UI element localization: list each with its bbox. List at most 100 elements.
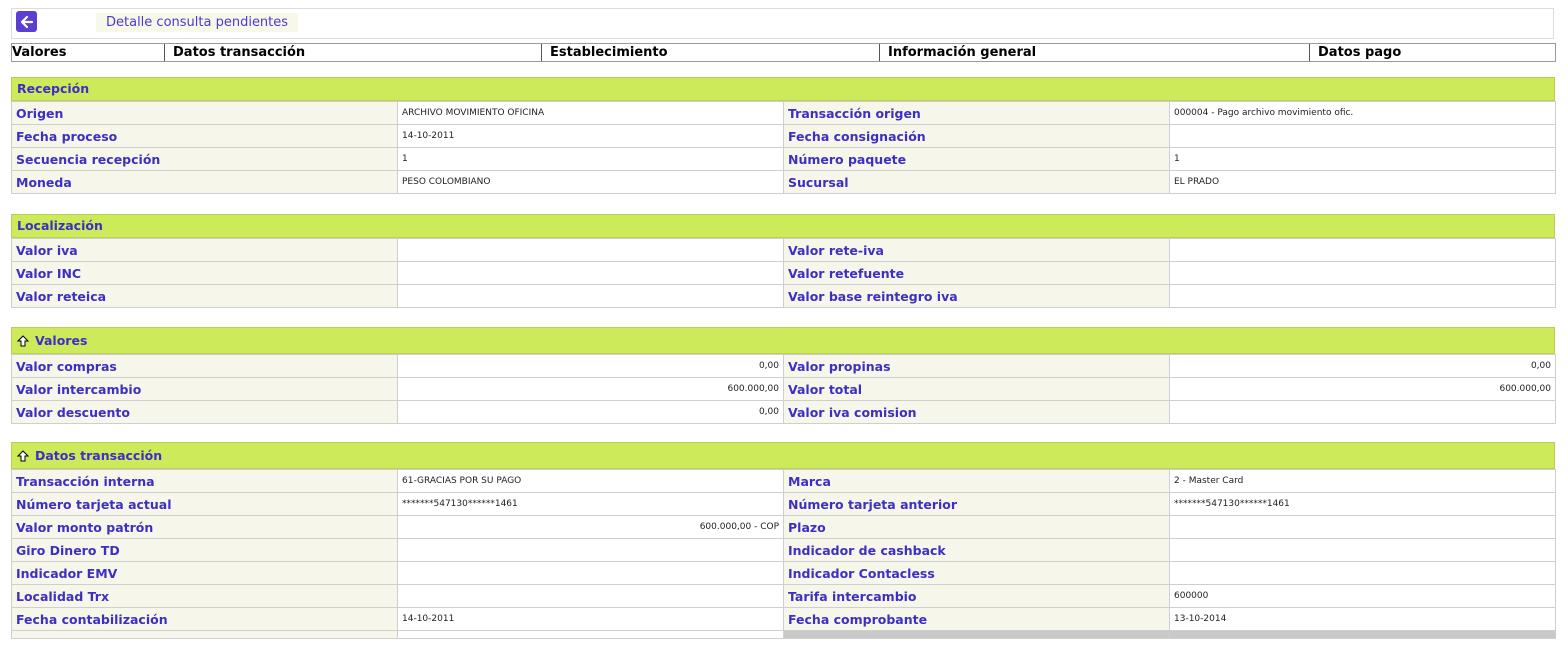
- valores-table: Valor compras 0,00 Valor propinas 0,00 Valor…: [11, 354, 1556, 424]
- table-row: Origen ARCHIVO MOVIMIENTO OFICINA Transacc…: [11, 101, 1556, 125]
- section-valores: Valores Valor compras 0,00 Valor propinas 0…: [11, 327, 1556, 424]
- field-label: Valor descuento: [11, 400, 398, 424]
- field-value: 600.000,00: [1169, 377, 1556, 401]
- field-label: Valor base reintegro iva: [783, 284, 1170, 308]
- field-label: Valor compras: [11, 354, 398, 378]
- table-row: Valor reteica Valor base reintegro iva: [11, 284, 1556, 308]
- field-value: [1169, 124, 1556, 148]
- field-value: [1169, 238, 1556, 262]
- field-value: 0,00: [397, 354, 784, 378]
- collapse-arrow-icon[interactable]: [17, 449, 29, 462]
- field-value: 600.000,00: [397, 377, 784, 401]
- empty-cell: [11, 630, 398, 639]
- field-value: [1169, 284, 1556, 308]
- section-title: Datos transacción: [35, 447, 163, 463]
- back-button[interactable]: [16, 11, 37, 32]
- field-value: [1169, 261, 1556, 285]
- field-value: [1169, 561, 1556, 585]
- field-value: *******547130******1461: [1169, 492, 1556, 516]
- field-value: 600.000,00 - COP: [397, 515, 784, 539]
- field-value: 14-10-2011: [397, 607, 784, 631]
- empty-cell: [397, 630, 784, 639]
- section-title: Valores: [35, 332, 88, 348]
- field-label: Moneda: [11, 170, 398, 194]
- section-localizacion: Localización Valor iva Valor rete-iva Valo…: [11, 214, 1556, 308]
- tab-datos-transaccion[interactable]: Datos transacción: [164, 44, 541, 61]
- field-label: Fecha consignación: [783, 124, 1170, 148]
- collapse-arrow-icon[interactable]: [17, 334, 29, 347]
- header-bar: Detalle consulta pendientes: [11, 8, 1554, 39]
- field-label: Tarifa intercambio: [783, 584, 1170, 608]
- section-header: Datos transacción: [11, 442, 1555, 469]
- field-label: Indicador Contacless: [783, 561, 1170, 585]
- field-label: Giro Dinero TD: [11, 538, 398, 562]
- field-value: 1: [1169, 147, 1556, 171]
- field-value: [1169, 400, 1556, 424]
- table-row: Valor INC Valor retefuente: [11, 261, 1556, 285]
- tab-datos-pago[interactable]: Datos pago: [1309, 44, 1554, 61]
- tab-valores[interactable]: Valores: [12, 44, 164, 61]
- field-label: Valor retefuente: [783, 261, 1170, 285]
- field-label: Origen: [11, 101, 398, 125]
- section-header: Localización: [11, 214, 1555, 238]
- table-row: Fecha proceso 14-10-2011 Fecha consignació…: [11, 124, 1556, 148]
- table-row: Fecha contabilización 14-10-2011 Fecha com…: [11, 607, 1556, 631]
- field-value: ARCHIVO MOVIMIENTO OFICINA: [397, 101, 784, 125]
- field-value: [1169, 538, 1556, 562]
- field-value: EL PRADO: [1169, 170, 1556, 194]
- field-label: Fecha proceso: [11, 124, 398, 148]
- field-label: Fecha contabilización: [11, 607, 398, 631]
- field-value: 600000: [1169, 584, 1556, 608]
- field-label: Indicador de cashback: [783, 538, 1170, 562]
- field-value: PESO COLOMBIANO: [397, 170, 784, 194]
- field-label: Transacción interna: [11, 469, 398, 493]
- arrow-left-icon: [20, 15, 33, 28]
- field-label: Sucursal: [783, 170, 1170, 194]
- localizacion-table: Valor iva Valor rete-iva Valor INC Valor re…: [11, 238, 1556, 308]
- table-row: Giro Dinero TD Indicador de cashback: [11, 538, 1556, 562]
- section-header: Valores: [11, 327, 1555, 354]
- table-row: Moneda PESO COLOMBIANO Sucursal EL PRADO: [11, 170, 1556, 194]
- recepcion-table: Origen ARCHIVO MOVIMIENTO OFICINA Transacc…: [11, 101, 1556, 194]
- datos-transaccion-table: Transacción interna 61-GRACIAS POR SU PAG…: [11, 469, 1556, 639]
- field-label: Número tarjeta actual: [11, 492, 398, 516]
- field-label: Valor INC: [11, 261, 398, 285]
- field-value: 0,00: [1169, 354, 1556, 378]
- tab-establecimiento[interactable]: Establecimiento: [541, 44, 879, 61]
- field-value: [397, 584, 784, 608]
- field-label: Localidad Trx: [11, 584, 398, 608]
- table-row: Valor iva Valor rete-iva: [11, 238, 1556, 262]
- table-row: Valor intercambio 600.000,00 Valor total 60…: [11, 377, 1556, 401]
- table-row: Valor descuento 0,00 Valor iva comision: [11, 400, 1556, 424]
- field-value: [397, 261, 784, 285]
- field-label: Transacción origen: [783, 101, 1170, 125]
- field-value: 0,00: [397, 400, 784, 424]
- field-label: Fecha comprobante: [783, 607, 1170, 631]
- field-label: Valor reteica: [11, 284, 398, 308]
- field-value: *******547130******1461: [397, 492, 784, 516]
- section-datos-transaccion: Datos transacción Transacción interna 61-…: [11, 442, 1556, 639]
- field-value: 000004 - Pago archivo movimiento ofic.: [1169, 101, 1556, 125]
- field-label: Valor iva comision: [783, 400, 1170, 424]
- table-row: Secuencia recepción 1 Número paquete 1: [11, 147, 1556, 171]
- table-row: Indicador EMV Indicador Contacless: [11, 561, 1556, 585]
- field-value: 14-10-2011: [397, 124, 784, 148]
- tab-informacion-general[interactable]: Información general: [879, 44, 1309, 61]
- field-label: Secuencia recepción: [11, 147, 398, 171]
- empty-cell: [1169, 630, 1556, 639]
- field-label: Marca: [783, 469, 1170, 493]
- field-label: Número paquete: [783, 147, 1170, 171]
- table-row-partial: [11, 630, 1556, 639]
- empty-cell: [783, 630, 1170, 639]
- field-label: Indicador EMV: [11, 561, 398, 585]
- field-value: [397, 238, 784, 262]
- field-label: Valor intercambio: [11, 377, 398, 401]
- section-header: Recepción: [11, 77, 1555, 101]
- field-value: [397, 561, 784, 585]
- field-label: Valor iva: [11, 238, 398, 262]
- field-label: Plazo: [783, 515, 1170, 539]
- field-value: [397, 538, 784, 562]
- field-value: [397, 284, 784, 308]
- field-value: [1169, 515, 1556, 539]
- field-label: Valor monto patrón: [11, 515, 398, 539]
